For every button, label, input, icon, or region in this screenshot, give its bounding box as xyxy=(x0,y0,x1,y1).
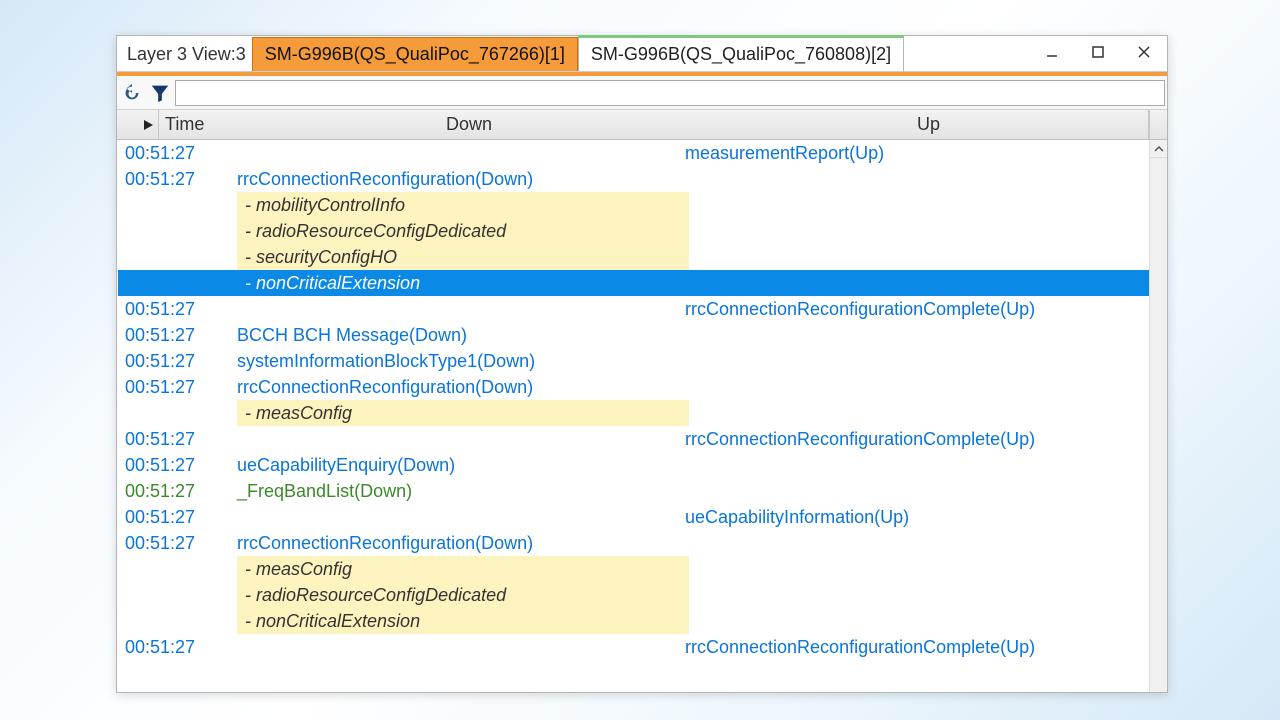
down-cell xyxy=(229,504,677,530)
message-row[interactable]: 00:51:27 rrcConnectionReconfigurationComp… xyxy=(117,426,1149,452)
column-headers: Time Down Up xyxy=(117,110,1167,140)
time-cell: 00:51:27 xyxy=(117,634,229,660)
sub-item[interactable]: - radioResourceConfigDedicated xyxy=(237,218,689,244)
sub-item[interactable]: - measConfig xyxy=(237,556,689,582)
message-row[interactable]: 00:51:27rrcConnectionReconfiguration(Dow… xyxy=(117,374,1149,400)
time-cell: 00:51:27 xyxy=(117,322,229,348)
message-row[interactable]: 00:51:27ueCapabilityEnquiry(Down) xyxy=(117,452,1149,478)
up-column-header[interactable]: Up xyxy=(709,110,1149,139)
filter-input[interactable] xyxy=(175,80,1165,106)
up-cell xyxy=(677,452,1149,478)
time-cell: 00:51:27 xyxy=(117,452,229,478)
maximize-button[interactable] xyxy=(1075,36,1121,68)
up-cell xyxy=(677,478,1149,504)
redo-icon[interactable] xyxy=(119,80,145,106)
down-cell xyxy=(229,296,677,322)
up-cell xyxy=(677,348,1149,374)
play-column-header[interactable] xyxy=(117,110,159,139)
message-row[interactable]: 00:51:27 rrcConnectionReconfigurationComp… xyxy=(117,296,1149,322)
up-cell: rrcConnectionReconfigurationComplete(Up) xyxy=(677,426,1149,452)
tab-device-1[interactable]: SM-G996B(QS_QualiPoc_767266)[1] xyxy=(252,37,578,71)
time-cell: 00:51:27 xyxy=(117,374,229,400)
down-cell xyxy=(229,634,677,660)
sub-item[interactable]: - mobilityControlInfo xyxy=(237,192,689,218)
message-row[interactable]: 00:51:27rrcConnectionReconfiguration(Dow… xyxy=(117,530,1149,556)
toolbar xyxy=(117,76,1167,110)
chevron-up-icon xyxy=(1154,144,1164,154)
up-cell: ueCapabilityInformation(Up) xyxy=(677,504,1149,530)
time-cell: 00:51:27 xyxy=(117,504,229,530)
message-row[interactable]: 00:51:27rrcConnectionReconfiguration(Dow… xyxy=(117,166,1149,192)
message-row[interactable]: 00:51:27systemInformationBlockType1(Down… xyxy=(117,348,1149,374)
time-column-header[interactable]: Time xyxy=(159,110,229,139)
rows-container: 00:51:27measurementReport(Up)00:51:27rrc… xyxy=(117,140,1149,692)
up-cell xyxy=(677,322,1149,348)
sub-item[interactable]: - radioResourceConfigDedicated xyxy=(237,582,689,608)
message-row[interactable]: 00:51:27 rrcConnectionReconfigurationComp… xyxy=(117,634,1149,660)
minimize-button[interactable] xyxy=(1029,36,1075,68)
up-cell xyxy=(677,374,1149,400)
up-cell xyxy=(677,166,1149,192)
down-column-header[interactable]: Down xyxy=(229,110,709,139)
scroll-up-button[interactable] xyxy=(1150,140,1167,158)
message-row[interactable]: 00:51:27_FreqBandList(Down) xyxy=(117,478,1149,504)
sub-item[interactable]: - nonCriticalExtension xyxy=(237,608,689,634)
time-cell: 00:51:27 xyxy=(117,296,229,322)
message-row[interactable]: 00:51:27 ueCapabilityInformation(Up) xyxy=(117,504,1149,530)
down-cell: systemInformationBlockType1(Down) xyxy=(229,348,677,374)
up-cell: measurementReport(Up) xyxy=(677,140,1149,166)
scroll-gutter-header xyxy=(1149,110,1167,139)
down-cell: _FreqBandList(Down) xyxy=(229,478,677,504)
filter-icon[interactable] xyxy=(147,80,173,106)
message-body: 00:51:27measurementReport(Up)00:51:27rrc… xyxy=(117,140,1167,692)
message-row[interactable]: 00:51:27 measurementReport(Up) xyxy=(117,140,1149,166)
app-window: Layer 3 View:3 SM-G996B(QS_QualiPoc_7672… xyxy=(116,35,1168,693)
close-button[interactable] xyxy=(1121,36,1167,68)
time-cell: 00:51:27 xyxy=(117,530,229,556)
down-cell xyxy=(229,426,677,452)
window-title: Layer 3 View:3 xyxy=(127,38,252,71)
up-cell xyxy=(677,530,1149,556)
sub-item-selected[interactable]: - nonCriticalExtension xyxy=(118,270,1149,296)
down-cell xyxy=(229,140,677,166)
window-controls xyxy=(1029,36,1167,68)
up-cell: rrcConnectionReconfigurationComplete(Up) xyxy=(677,634,1149,660)
down-cell: ueCapabilityEnquiry(Down) xyxy=(229,452,677,478)
time-cell: 00:51:27 xyxy=(117,166,229,192)
play-icon xyxy=(142,119,154,131)
message-row[interactable]: 00:51:27BCCH BCH Message(Down) xyxy=(117,322,1149,348)
down-cell: rrcConnectionReconfiguration(Down) xyxy=(229,374,677,400)
tab-device-2[interactable]: SM-G996B(QS_QualiPoc_760808)[2] xyxy=(578,35,904,71)
sub-item[interactable]: - measConfig xyxy=(237,400,689,426)
vertical-scrollbar[interactable] xyxy=(1149,140,1167,692)
time-cell: 00:51:27 xyxy=(117,478,229,504)
down-cell: BCCH BCH Message(Down) xyxy=(229,322,677,348)
down-cell: rrcConnectionReconfiguration(Down) xyxy=(229,166,677,192)
time-cell: 00:51:27 xyxy=(117,348,229,374)
titlebar: Layer 3 View:3 SM-G996B(QS_QualiPoc_7672… xyxy=(117,36,1167,72)
sub-item[interactable]: - securityConfigHO xyxy=(237,244,689,270)
up-cell: rrcConnectionReconfigurationComplete(Up) xyxy=(677,296,1149,322)
time-cell: 00:51:27 xyxy=(117,140,229,166)
time-cell: 00:51:27 xyxy=(117,426,229,452)
down-cell: rrcConnectionReconfiguration(Down) xyxy=(229,530,677,556)
